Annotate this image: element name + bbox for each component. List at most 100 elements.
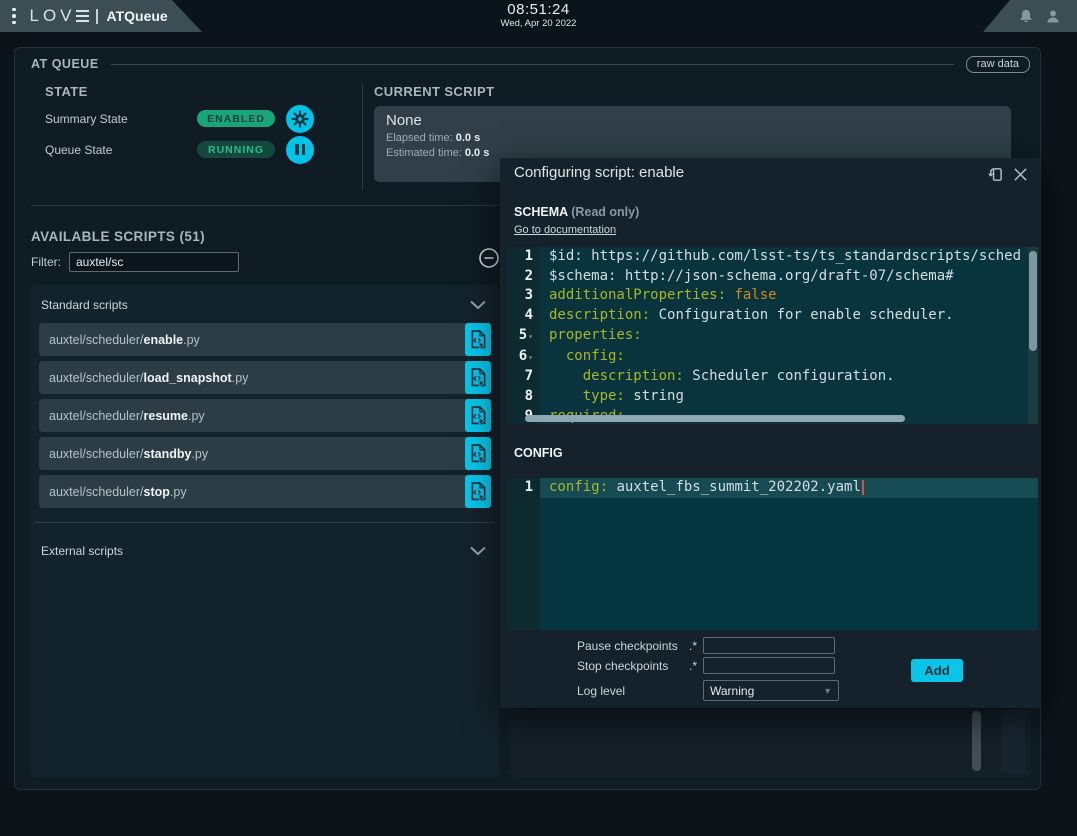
code-line: 6▾ config: (507, 347, 1038, 368)
standard-scripts-label: Standard scripts (41, 298, 128, 312)
pause-icon (295, 144, 305, 155)
horizontal-scrollbar-thumb[interactable] (525, 415, 905, 422)
pause-checkpoints-label: Pause checkpoints (577, 639, 689, 653)
script-path: auxtel/scheduler/standby.py (49, 447, 208, 461)
clock: 08:51:24 Wed, Apr 20 2022 (0, 2, 1077, 29)
code-line: 5▾properties: (507, 326, 1038, 347)
script-list-item[interactable]: auxtel/scheduler/load_snapshot.py (39, 361, 491, 394)
close-icon[interactable] (1013, 167, 1028, 182)
launch-script-button[interactable] (465, 399, 491, 432)
select-chevron-icon: ▼ (823, 686, 832, 696)
stop-checkpoints-hint: .* (689, 659, 703, 673)
panel-header: AT QUEUE raw data (31, 54, 1030, 74)
line-number-gutter (507, 478, 540, 630)
raw-data-button[interactable]: raw data (966, 56, 1030, 73)
stop-checkpoints-input[interactable] (703, 657, 835, 674)
launch-script-button[interactable] (465, 323, 491, 356)
code-line: 8 type: string (507, 387, 1038, 407)
summary-state-badge: ENABLED (197, 110, 275, 127)
launch-script-icon (471, 406, 486, 425)
queue-state-badge: RUNNING (197, 141, 275, 158)
scrollbar-track (1001, 709, 1025, 773)
topbar: LOV ATQueue 08:51:24 Wed, Apr 20 2022 (0, 0, 1077, 32)
queue-state-label: Queue State (45, 143, 197, 157)
launch-script-button[interactable] (465, 437, 491, 470)
text-cursor (862, 480, 864, 495)
current-script-name: None (386, 112, 999, 129)
elapsed-time-label: Elapsed time: (386, 132, 453, 144)
available-scripts-title: AVAILABLE SCRIPTS (51) (31, 229, 205, 244)
state-config-button[interactable] (286, 105, 314, 133)
queue-state-row: Queue State RUNNING (45, 135, 314, 164)
code-line: 1$id: https://github.com/lsst-ts/ts_stan… (507, 247, 1038, 267)
standard-scripts-group[interactable]: Standard scripts (31, 285, 499, 312)
script-path: auxtel/scheduler/enable.py (49, 333, 200, 347)
external-scripts-label: External scripts (41, 544, 123, 558)
script-list-item[interactable]: auxtel/scheduler/resume.py (39, 399, 491, 432)
vertical-scrollbar-thumb[interactable] (1029, 251, 1037, 351)
script-list-item[interactable]: auxtel/scheduler/enable.py (39, 323, 491, 356)
launch-script-icon (471, 368, 486, 387)
code-line: 4description: Configuration for enable s… (507, 306, 1038, 326)
launch-script-button[interactable] (465, 361, 491, 394)
summary-state-label: Summary State (45, 112, 197, 126)
estimated-time-value: 0.0 s (465, 147, 489, 159)
script-list-item[interactable]: auxtel/scheduler/stop.py (39, 475, 491, 508)
pause-checkpoints-hint: .* (689, 639, 703, 653)
panel-title: AT QUEUE (31, 57, 99, 71)
minus-circle-icon (478, 247, 500, 269)
scrollbar-thumb[interactable] (972, 711, 981, 771)
documentation-link[interactable]: Go to documentation (514, 224, 616, 236)
filter-row: Filter: (31, 252, 239, 272)
config-editor[interactable]: 1config: auxtel_fbs_summit_202202.yaml (507, 478, 1038, 630)
current-script-title: CURRENT SCRIPT (374, 84, 494, 99)
state-section-title: STATE (45, 84, 88, 99)
filter-input[interactable] (69, 252, 239, 272)
external-scripts-group[interactable]: External scripts (31, 523, 499, 558)
elapsed-time-value: 0.0 s (456, 132, 480, 144)
modal-title: Configuring script: enable (514, 164, 684, 181)
log-level-label: Log level (577, 684, 689, 698)
queue-panel-fragment (509, 709, 1031, 777)
schema-editor[interactable]: 1$id: https://github.com/lsst-ts/ts_stan… (507, 247, 1038, 424)
config-section-title: CONFIG (514, 446, 563, 460)
log-level-value: Warning (710, 684, 754, 698)
detach-window-icon[interactable] (985, 166, 1004, 183)
launch-script-icon (471, 330, 486, 349)
clock-time: 08:51:24 (0, 2, 1077, 19)
pause-queue-button[interactable] (286, 136, 314, 164)
estimated-time-label: Estimated time: (386, 147, 462, 159)
chevron-down-icon (469, 546, 487, 556)
atqueue-screen: LOV ATQueue 08:51:24 Wed, Apr 20 2022 AT… (0, 0, 1077, 836)
script-list-item[interactable]: auxtel/scheduler/standby.py (39, 437, 491, 470)
modal-form: Pause checkpoints .* Stop checkpoints .*… (500, 630, 1040, 708)
launch-script-icon (471, 482, 486, 501)
stop-checkpoints-label: Stop checkpoints (577, 659, 689, 673)
script-path: auxtel/scheduler/stop.py (49, 485, 187, 499)
code-line: 3additionalProperties: false (507, 286, 1038, 306)
launch-script-icon (471, 444, 486, 463)
filter-label: Filter: (31, 255, 61, 269)
clock-date: Wed, Apr 20 2022 (0, 19, 1077, 29)
gear-icon (291, 110, 309, 128)
script-path: auxtel/scheduler/load_snapshot.py (49, 371, 248, 385)
launch-script-button[interactable] (465, 475, 491, 508)
summary-state-row: Summary State ENABLED (45, 104, 314, 133)
log-level-select[interactable]: Warning ▼ (703, 680, 839, 701)
chevron-down-icon (469, 300, 487, 310)
add-button[interactable]: Add (911, 659, 963, 682)
scripts-box: Standard scripts auxtel/scheduler/enable… (31, 285, 499, 777)
user-icon[interactable] (1045, 8, 1061, 25)
pause-checkpoints-input[interactable] (703, 637, 835, 654)
code-line: 1config: auxtel_fbs_summit_202202.yaml (507, 478, 1038, 498)
section-divider (362, 84, 363, 190)
code-line: 7 description: Scheduler configuration. (507, 367, 1038, 387)
collapse-scripts-button[interactable] (478, 247, 500, 269)
script-path: auxtel/scheduler/resume.py (49, 409, 205, 423)
schema-section-title: SCHEMA (514, 205, 568, 219)
header-divider (111, 64, 954, 65)
standard-scripts-list: auxtel/scheduler/enable.py auxtel/schedu… (39, 323, 491, 508)
configure-script-modal: Configuring script: enable SCHEMA (Read … (500, 158, 1040, 708)
code-line: 2$schema: http://json-schema.org/draft-0… (507, 267, 1038, 287)
notifications-bell-icon[interactable] (1018, 8, 1034, 25)
